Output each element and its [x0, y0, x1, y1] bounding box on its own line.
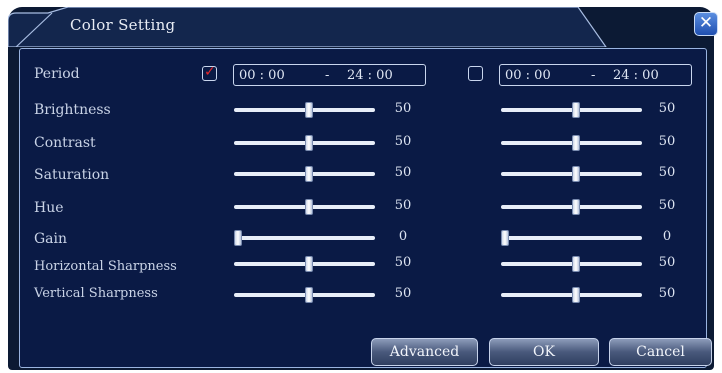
right-vertical-sharpness-slider[interactable] [501, 287, 642, 303]
left-saturation-slider[interactable] [234, 166, 375, 182]
right-saturation-slider[interactable] [501, 166, 642, 182]
label-hue: Hue [34, 200, 64, 216]
slider-thumb[interactable] [571, 166, 580, 182]
slider-thumb[interactable] [304, 102, 313, 118]
left-time-separator: - [325, 68, 330, 83]
right-time-start: 00 : 00 [505, 68, 551, 83]
advanced-button[interactable]: Advanced [371, 338, 478, 366]
slider-thumb[interactable] [304, 135, 313, 151]
label-period: Period [34, 66, 80, 82]
slider-thumb[interactable] [304, 166, 313, 182]
right-contrast-value: 50 [658, 134, 676, 149]
right-saturation-value: 50 [658, 165, 676, 180]
left-gain-value: 0 [398, 229, 408, 244]
right-horizontal-sharpness-value: 50 [658, 255, 676, 270]
slider-thumb[interactable] [571, 135, 580, 151]
right-time-range-input[interactable]: 00 : 00 - 24 : 00 [499, 64, 692, 86]
left-contrast-value: 50 [394, 134, 412, 149]
left-vertical-sharpness-slider[interactable] [234, 287, 375, 303]
dialog-title: Color Setting [70, 16, 176, 34]
slider-thumb[interactable] [501, 230, 509, 246]
left-gain-slider[interactable] [234, 230, 375, 246]
left-horizontal-sharpness-slider[interactable] [234, 256, 375, 272]
slider-thumb[interactable] [571, 287, 580, 303]
right-hue-slider[interactable] [501, 199, 642, 215]
right-vertical-sharpness-value: 50 [658, 286, 676, 301]
left-time-range-input[interactable]: 00 : 00 - 24 : 00 [233, 64, 426, 86]
slider-thumb[interactable] [304, 287, 313, 303]
label-horizontal-sharpness: Horizontal Sharpness [34, 259, 177, 274]
right-period-checkbox[interactable]: ✓ [468, 66, 483, 81]
right-time-end: 24 : 00 [613, 68, 659, 83]
cancel-button[interactable]: Cancel [609, 338, 712, 366]
color-setting-dialog: Color Setting ✕ Period Brightness Contra… [0, 0, 722, 373]
right-brightness-value: 50 [658, 101, 676, 116]
right-hue-value: 50 [658, 198, 676, 213]
left-brightness-value: 50 [394, 101, 412, 116]
right-gain-value: 0 [662, 229, 672, 244]
left-hue-slider[interactable] [234, 199, 375, 215]
left-hue-value: 50 [394, 198, 412, 213]
right-gain-slider[interactable] [501, 230, 642, 246]
label-contrast: Contrast [34, 135, 96, 151]
label-vertical-sharpness: Vertical Sharpness [34, 286, 158, 301]
right-brightness-slider[interactable] [501, 102, 642, 118]
left-time-start: 00 : 00 [239, 68, 285, 83]
left-brightness-slider[interactable] [234, 102, 375, 118]
ok-button[interactable]: OK [489, 338, 599, 366]
label-brightness: Brightness [34, 102, 111, 118]
slider-track [501, 236, 642, 240]
right-horizontal-sharpness-slider[interactable] [501, 256, 642, 272]
slider-thumb[interactable] [304, 199, 313, 215]
left-period-checkbox[interactable]: ✓ [202, 64, 217, 81]
label-gain: Gain [34, 231, 68, 247]
left-horizontal-sharpness-value: 50 [394, 255, 412, 270]
close-button[interactable]: ✕ [694, 12, 718, 36]
left-saturation-value: 50 [394, 165, 412, 180]
right-time-separator: - [591, 68, 596, 83]
slider-thumb[interactable] [571, 256, 580, 272]
left-vertical-sharpness-value: 50 [394, 286, 412, 301]
label-saturation: Saturation [34, 167, 110, 183]
slider-thumb[interactable] [571, 199, 580, 215]
close-icon: ✕ [698, 13, 714, 33]
left-contrast-slider[interactable] [234, 135, 375, 151]
slider-thumb[interactable] [304, 256, 313, 272]
left-time-end: 24 : 00 [347, 68, 393, 83]
slider-thumb[interactable] [234, 230, 242, 246]
slider-thumb[interactable] [571, 102, 580, 118]
check-mark-icon: ✓ [204, 64, 216, 80]
slider-track [234, 236, 375, 240]
right-contrast-slider[interactable] [501, 135, 642, 151]
